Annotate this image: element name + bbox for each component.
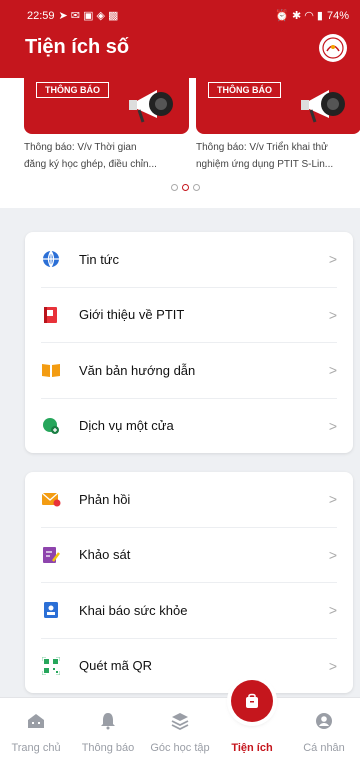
menu-label: Văn bản hướng dẫn — [79, 362, 196, 378]
chevron-right-icon: > — [328, 602, 337, 619]
globe-icon — [41, 249, 61, 269]
nav-label: Tiện ích — [231, 742, 273, 754]
carousel-card[interactable]: THÔNG BÁO Thông báo: V/v Triển khai thử … — [196, 78, 360, 173]
menu-label: Phản hồi — [79, 491, 131, 507]
status-time: 22:59 — [27, 9, 55, 22]
menu-item-survey[interactable]: Khảo sát > — [41, 528, 337, 583]
nav-label: Góc học tập — [150, 742, 210, 754]
card-line-1: Thông báo: V/v Thời gian — [24, 142, 137, 153]
chevron-right-icon: > — [328, 491, 337, 508]
carousel-pagination — [171, 184, 200, 191]
chevron-right-icon: > — [328, 306, 337, 323]
menu-label: Tin tức — [79, 251, 120, 267]
bell-icon — [101, 713, 115, 730]
menu-item-news[interactable]: Tin tức > — [41, 232, 337, 288]
person-icon — [316, 713, 332, 729]
qr-scan-icon — [41, 656, 61, 676]
chevron-right-icon: > — [328, 657, 337, 674]
chevron-right-icon: > — [328, 546, 337, 563]
carousel-dot-active[interactable] — [182, 184, 189, 191]
chevron-right-icon: > — [328, 417, 337, 434]
menu-item-health-declaration[interactable]: Khai báo sức khỏe > — [41, 583, 337, 639]
status-icons-right: ⏰ ✱ ◠ ▮ — [275, 10, 323, 22]
chevron-right-icon: > — [328, 362, 337, 379]
feedback-mail-icon — [41, 489, 61, 509]
nav-profile[interactable]: Cá nhân — [288, 698, 360, 764]
service-icon — [41, 416, 61, 436]
notice-banner: THÔNG BÁO — [24, 78, 189, 134]
layers-icon — [171, 713, 189, 730]
menu-item-one-stop[interactable]: Dịch vụ một cửa > — [41, 399, 337, 454]
status-icons-left: ➤ ✉ ▣ ◈ ▩ — [58, 10, 119, 22]
health-id-icon — [41, 600, 61, 620]
megaphone-icon — [301, 90, 345, 123]
menu-item-qr-scan[interactable]: Quét mã QR > — [41, 639, 337, 694]
menu-label: Giới thiệu về PTIT — [79, 307, 185, 323]
menu-label: Quét mã QR — [79, 658, 152, 674]
status-bar-left: 22:59 ➤ ✉ ▣ ◈ ▩ — [27, 9, 119, 23]
menu-item-about-ptit[interactable]: Giới thiệu về PTIT > — [41, 288, 337, 343]
menu-label: Dịch vụ một cửa — [79, 418, 174, 434]
nav-label: Thông báo — [81, 742, 135, 754]
status-battery: 74% — [326, 9, 349, 22]
chevron-right-icon: > — [328, 251, 337, 268]
open-book-icon — [41, 360, 61, 380]
nav-label: Trang chủ — [11, 742, 61, 754]
card-line-2: nghiệm ứng dụng PTIT S-Lin... — [196, 159, 334, 170]
bottom-navigation: Trang chủ Thông báo Góc học tập Tiện ích… — [0, 680, 360, 764]
menu-item-feedback[interactable]: Phản hồi > — [41, 472, 337, 528]
menu-label: Khai báo sức khỏe — [79, 602, 188, 618]
card-title: Thông báo: V/v Triển khai thử nghiệm ứng… — [196, 139, 360, 173]
carousel-dot[interactable] — [193, 184, 200, 191]
book-flag-icon — [41, 305, 61, 325]
menu-item-guides[interactable]: Văn bản hướng dẫn > — [41, 343, 337, 399]
card-title: Thông báo: V/v Thời gian đăng ký học ghé… — [24, 139, 189, 173]
nav-label: Cá nhân — [303, 742, 345, 754]
card-line-2: đăng ký học ghép, điều chỉn... — [24, 159, 157, 170]
status-bar-right: ⏰ ✱ ◠ ▮ 74% — [275, 9, 349, 23]
menu-group-info: Tin tức > Giới thiệu về PTIT > Văn bản h… — [25, 232, 353, 453]
bag-icon — [231, 680, 273, 722]
megaphone-icon — [129, 90, 173, 123]
nav-utilities[interactable]: Tiện ích — [216, 680, 288, 764]
menu-label: Khảo sát — [79, 547, 131, 563]
survey-edit-icon — [41, 545, 61, 565]
news-carousel[interactable]: THÔNG BÁO Thông báo: V/v Thời gian đăng … — [0, 78, 360, 208]
nav-notifications[interactable]: Thông báo — [72, 698, 144, 764]
notice-badge: THÔNG BÁO — [208, 82, 281, 98]
page-title: Tiện ích số — [25, 36, 130, 58]
notice-banner: THÔNG BÁO — [196, 78, 360, 134]
menu-group-tools: Phản hồi > Khảo sát > Khai báo sức khỏe … — [25, 472, 353, 693]
card-line-1: Thông báo: V/v Triển khai thử — [196, 142, 328, 153]
carousel-dot[interactable] — [171, 184, 178, 191]
nav-study-corner[interactable]: Góc học tập — [144, 698, 216, 764]
carousel-card[interactable]: THÔNG BÁO Thông báo: V/v Thời gian đăng … — [24, 78, 189, 173]
ptit-logo[interactable] — [319, 34, 347, 62]
home-icon — [28, 714, 44, 728]
notice-badge: THÔNG BÁO — [36, 82, 109, 98]
app-header: 22:59 ➤ ✉ ▣ ◈ ▩ ⏰ ✱ ◠ ▮ 74% Tiện ích số — [0, 0, 360, 78]
nav-home[interactable]: Trang chủ — [0, 698, 72, 764]
